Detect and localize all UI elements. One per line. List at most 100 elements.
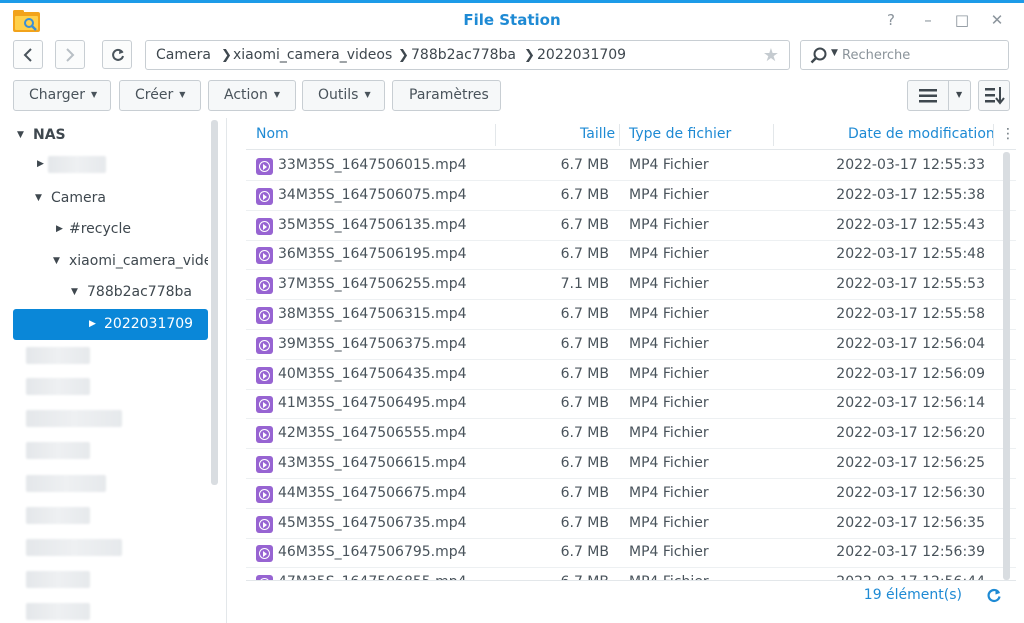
tree-item-xiaomi[interactable]: ▼ xiaomi_camera_vide [0, 246, 208, 277]
file-size: 7.1 MB [560, 276, 609, 293]
chevron-down-icon[interactable]: ▼ [71, 277, 78, 308]
favorite-star-icon[interactable]: ★ [763, 45, 779, 66]
table-row[interactable]: 35M35S_1647506135.mp4 6.7 MB MP4 Fichier 20… [246, 211, 1016, 241]
creer-button[interactable]: Créer ▼ [119, 80, 201, 111]
table-row[interactable]: 43M35S_1647506615.mp4 6.7 MB MP4 Fichier 20… [246, 449, 1016, 479]
file-name: 44M35S_1647506675.mp4 [278, 484, 467, 501]
table-row[interactable]: 40M35S_1647506435.mp4 6.7 MB MP4 Fichier 20… [246, 360, 1016, 390]
table-row[interactable]: 44M35S_1647506675.mp4 6.7 MB MP4 Fichier 20… [246, 479, 1016, 509]
view-options-dropdown[interactable]: ▼ [948, 80, 971, 111]
column-separator[interactable] [495, 124, 496, 146]
tree-item-nas[interactable]: ▼ NAS [0, 120, 208, 151]
table-row[interactable]: 33M35S_1647506015.mp4 6.7 MB MP4 Fichier 20… [246, 151, 1016, 181]
blurred-folder-name [26, 539, 122, 556]
table-row[interactable]: 38M35S_1647506315.mp4 6.7 MB MP4 Fichier 20… [246, 300, 1016, 330]
chevron-down-icon[interactable]: ▼ [17, 120, 24, 151]
refresh-icon[interactable] [987, 588, 1002, 603]
help-button[interactable]: ? [881, 10, 901, 30]
file-list-scrollbar[interactable] [1003, 152, 1010, 580]
parametres-button[interactable]: Paramètres [392, 80, 501, 111]
table-row[interactable]: 41M35S_1647506495.mp4 6.7 MB MP4 Fichier 20… [246, 389, 1016, 420]
refresh-button[interactable] [102, 40, 132, 69]
chevron-right-icon[interactable]: ▶ [56, 214, 63, 245]
maximize-button[interactable]: □ [952, 10, 972, 30]
tree-label: 2022031709 [104, 316, 194, 332]
column-separator[interactable] [993, 124, 994, 146]
blurred-folder-name [26, 571, 90, 588]
list-view-button[interactable] [907, 80, 949, 111]
charger-button[interactable]: Charger ▼ [13, 80, 111, 111]
video-file-icon [256, 426, 273, 444]
path-breadcrumb: Camera ❯ xiaomi_camera_videos ❯ 788b2ac7… [145, 40, 790, 70]
column-separator[interactable] [773, 124, 774, 146]
file-size: 6.7 MB [560, 216, 609, 233]
table-row[interactable]: 42M35S_1647506555.mp4 6.7 MB MP4 Fichier 20… [246, 419, 1016, 450]
file-size: 6.7 MB [560, 425, 609, 442]
chevron-down-icon: ▼ [179, 90, 186, 99]
action-button[interactable]: Action ▼ [208, 80, 296, 111]
table-row[interactable]: 45M35S_1647506735.mp4 6.7 MB MP4 Fichier 20… [246, 509, 1016, 539]
column-header-size[interactable]: Taille [580, 126, 615, 142]
file-name: 46M35S_1647506795.mp4 [278, 544, 467, 561]
file-type: MP4 Fichier [629, 544, 709, 561]
column-header-date[interactable]: Date de modification [848, 126, 995, 142]
search-box[interactable]: ▼ [800, 40, 1009, 70]
chevron-down-icon[interactable]: ▼ [35, 183, 42, 214]
video-file-icon [256, 247, 273, 265]
file-size: 6.7 MB [560, 365, 609, 382]
column-header-type[interactable]: Type de fichier [629, 126, 731, 142]
breadcrumb-device[interactable]: 788b2ac778ba [411, 47, 516, 63]
tree-item-hidden[interactable]: ▶ [0, 149, 208, 180]
breadcrumb-xiaomi[interactable]: xiaomi_camera_videos [233, 47, 392, 63]
search-input[interactable] [842, 45, 1002, 65]
panel-divider[interactable] [226, 118, 227, 623]
file-size: 6.7 MB [560, 395, 609, 412]
chevron-down-icon: ▼ [91, 90, 98, 99]
column-separator[interactable] [619, 124, 620, 146]
column-menu-icon[interactable]: ⋮ [1001, 126, 1015, 142]
tree-item-camera[interactable]: ▼ Camera [0, 183, 208, 214]
file-name: 40M35S_1647506435.mp4 [278, 365, 467, 382]
chevron-left-icon [23, 48, 32, 62]
item-count: 19 élément(s) [863, 587, 962, 603]
tree-scrollbar[interactable] [211, 120, 218, 485]
search-options-chevron-down-icon[interactable]: ▼ [831, 48, 838, 58]
sort-button[interactable] [978, 80, 1010, 111]
outils-button[interactable]: Outils ▼ [302, 80, 385, 111]
file-list-header: Nom Taille Type de fichier Date de modif… [246, 118, 1016, 150]
file-name: 39M35S_1647506375.mp4 [278, 335, 467, 352]
list-view-icon [919, 89, 937, 103]
tree-item-recycle[interactable]: ▶ #recycle [0, 214, 208, 245]
chevron-down-icon[interactable]: ▼ [53, 246, 60, 277]
table-row[interactable]: 46M35S_1647506795.mp4 6.7 MB MP4 Fichier 20… [246, 538, 1016, 569]
charger-label: Charger [29, 87, 85, 103]
file-name: 33M35S_1647506015.mp4 [278, 157, 467, 173]
table-row[interactable]: 34M35S_1647506075.mp4 6.7 MB MP4 Fichier 20… [246, 181, 1016, 211]
table-row[interactable]: 47M35S_1647506855.mp46.7 MBMP4 Fichier20… [246, 568, 1016, 580]
file-name: 36M35S_1647506195.mp4 [278, 246, 467, 263]
file-name: 45M35S_1647506735.mp4 [278, 514, 467, 531]
tree-item-selected-folder[interactable]: ▶ 2022031709 [13, 309, 208, 340]
table-row[interactable]: 37M35S_1647506255.mp4 7.1 MB MP4 Fichier 20… [246, 270, 1016, 301]
action-label: Action [224, 87, 268, 103]
chevron-down-icon: ▼ [956, 90, 963, 99]
file-type: MP4 Fichier [629, 246, 709, 263]
title-bar: File Station ? – □ ✕ [0, 3, 1024, 37]
file-type: MP4 Fichier [629, 276, 709, 293]
forward-button[interactable] [55, 40, 85, 69]
chevron-down-icon: ▼ [273, 90, 281, 99]
table-row[interactable]: 36M35S_1647506195.mp4 6.7 MB MP4 Fichier 20… [246, 240, 1016, 271]
column-header-name[interactable]: Nom [256, 126, 289, 142]
file-date: 2022-03-17 12:56:14 [836, 395, 985, 412]
minimize-button[interactable]: – [918, 10, 938, 30]
chevron-right-icon[interactable]: ▶ [37, 149, 44, 180]
chevron-right-icon[interactable]: ▶ [89, 309, 96, 340]
file-date: 2022-03-17 12:55:48 [836, 246, 985, 263]
table-row[interactable]: 39M35S_1647506375.mp4 6.7 MB MP4 Fichier 20… [246, 330, 1016, 360]
close-button[interactable]: ✕ [987, 10, 1007, 30]
back-button[interactable] [13, 40, 43, 69]
search-icon[interactable] [810, 47, 828, 65]
breadcrumb-current[interactable]: 2022031709 [537, 47, 626, 63]
tree-item-device[interactable]: ▼ 788b2ac778ba [0, 277, 208, 308]
breadcrumb-camera[interactable]: Camera [156, 47, 211, 63]
